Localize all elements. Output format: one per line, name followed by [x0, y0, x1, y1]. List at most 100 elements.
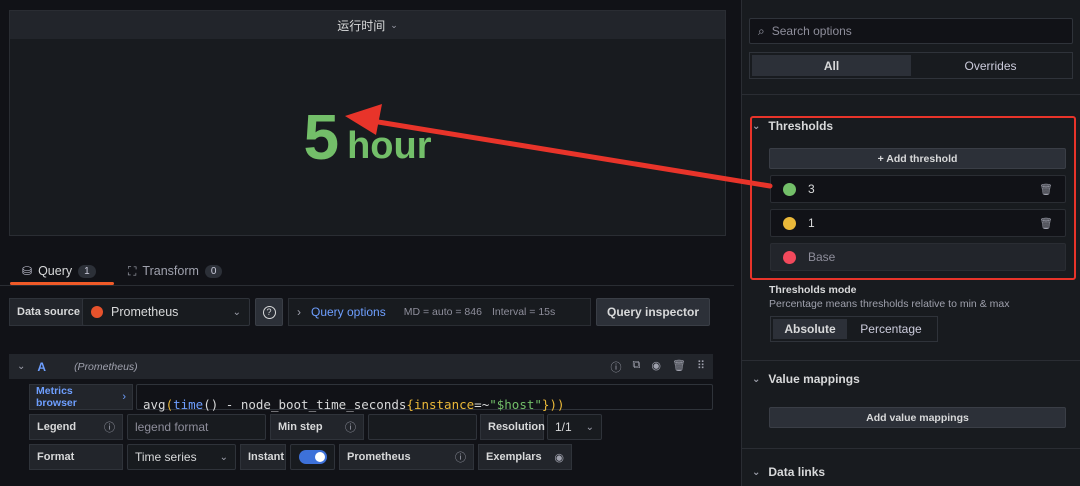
panel-header[interactable]: 运行时间 ⌄ — [10, 11, 725, 39]
format-label: Format — [29, 444, 123, 470]
tab-overrides[interactable]: Overrides — [911, 55, 1070, 76]
datasource-value: Prometheus — [111, 305, 179, 319]
expr-string: "$host" — [489, 397, 542, 412]
trash-icon[interactable]: 🗑 — [672, 359, 686, 375]
search-icon: ⌕ — [758, 23, 765, 38]
legend-placeholder: legend format — [135, 420, 209, 434]
database-icon: ⛁ — [22, 264, 33, 278]
format-value: Time series — [135, 450, 197, 464]
query-options-link[interactable]: Query options — [311, 305, 386, 319]
instant-label: Instant — [240, 444, 286, 470]
tab-all[interactable]: All — [752, 55, 911, 76]
drag-handle-icon[interactable]: ⠿ — [697, 359, 705, 375]
trash-icon[interactable]: 🗑 — [1039, 217, 1053, 230]
thresholds-title: Thresholds — [768, 119, 834, 133]
stat-number: 5 — [303, 101, 340, 173]
chevron-down-icon: ⌄ — [752, 373, 761, 385]
chevron-down-icon[interactable]: ⌄ — [390, 20, 398, 31]
legend-format-input[interactable]: legend format — [127, 414, 266, 440]
md-info: MD = auto = 846 — [403, 306, 482, 318]
info-icon: ⓘ — [345, 422, 356, 434]
resolution-value: 1/1 — [555, 420, 572, 434]
query-inspector-button[interactable]: Query inspector — [596, 298, 710, 326]
mode-absolute[interactable]: Absolute — [773, 319, 847, 339]
chevron-down-icon: ⌄ — [585, 421, 594, 433]
threshold-row[interactable]: 1 🗑 — [770, 209, 1066, 237]
tab-query-count: 1 — [78, 264, 96, 278]
query-ref[interactable]: A — [37, 360, 46, 374]
expr-time: time — [173, 397, 204, 412]
trash-icon[interactable]: 🗑 — [1039, 183, 1053, 196]
tabs-divider — [0, 285, 734, 286]
add-value-mappings-button[interactable]: Add value mappings — [769, 407, 1066, 428]
metrics-browser-button[interactable]: Metrics browser › — [29, 384, 133, 410]
prometheus-label-cell: Prometheus ⓘ — [339, 444, 474, 470]
threshold-value[interactable]: 3 — [808, 182, 815, 196]
chevron-down-icon: ⌄ — [752, 466, 761, 478]
help-icon[interactable]: ⓘ — [611, 359, 622, 375]
value-mappings-header[interactable]: ⌄ Value mappings — [752, 372, 860, 386]
expr-paren-close: )) — [549, 397, 565, 412]
legend-label: Legend — [37, 421, 77, 433]
metrics-browser-label: Metrics browser — [36, 385, 77, 409]
exemplars-cell[interactable]: Exemplars ◉ — [478, 444, 572, 470]
interval-info: Interval = 15s — [491, 306, 556, 318]
panel-preview: 运行时间 ⌄ 5 hour — [9, 10, 726, 236]
thresholds-mode-title: Thresholds mode — [769, 284, 857, 296]
data-links-title: Data links — [768, 465, 826, 479]
divider — [741, 94, 1080, 95]
data-links-header[interactable]: ⌄ Data links — [752, 465, 825, 479]
eye-icon[interactable]: ◉ — [554, 451, 564, 464]
options-tabs: All Overrides — [749, 52, 1073, 79]
resolution-select[interactable]: 1/1 ⌄ — [547, 414, 602, 440]
threshold-color-swatch[interactable] — [783, 216, 796, 230]
expr-label-key: instance — [413, 397, 475, 412]
format-select[interactable]: Time series ⌄ — [127, 444, 236, 470]
instant-toggle[interactable] — [290, 444, 335, 470]
toggle-track — [298, 450, 327, 464]
panel-title[interactable]: 运行时间 — [337, 17, 385, 34]
threshold-row-base: Base — [770, 243, 1066, 271]
mode-percentage[interactable]: Percentage — [847, 319, 935, 339]
expr-brace-open: { — [406, 397, 414, 412]
datasource-select[interactable]: Prometheus ⌄ — [82, 298, 250, 326]
chevron-down-icon: ⌄ — [752, 120, 761, 132]
tab-query-label: Query — [38, 264, 73, 278]
query-datasource-hint: (Prometheus) — [74, 360, 138, 373]
threshold-row[interactable]: 3 🗑 — [770, 175, 1066, 203]
add-threshold-button[interactable]: + Add threshold — [769, 148, 1066, 169]
value-mappings-title: Value mappings — [768, 372, 860, 386]
legend-label-cell: Legend ⓘ — [29, 414, 123, 440]
resolution-label: Resolution — [480, 414, 545, 440]
duplicate-icon[interactable]: ⧉ — [633, 359, 641, 375]
exemplars-label: Exemplars — [486, 451, 542, 463]
expr-fn: avg — [143, 397, 166, 412]
datasource-label: Data source — [9, 298, 88, 326]
chevron-right-icon: › — [297, 305, 301, 319]
thresholds-mode-radio: Absolute Percentage — [770, 316, 938, 342]
threshold-color-swatch[interactable] — [783, 182, 796, 196]
query-expression-input[interactable]: avg(time() - node_boot_time_seconds{inst… — [136, 384, 713, 412]
minstep-input[interactable] — [368, 414, 477, 440]
expr-rest: () - node_boot_time_seconds — [203, 397, 407, 412]
tab-query[interactable]: ⛁ Query 1 — [22, 258, 96, 284]
info-icon: ⓘ — [104, 422, 115, 434]
tab-transform-count: 0 — [204, 264, 223, 278]
thresholds-header[interactable]: ⌄ Thresholds — [752, 119, 833, 133]
search-options-input[interactable]: ⌕ Search options — [749, 18, 1073, 44]
eye-icon[interactable]: ◉ — [651, 359, 661, 375]
expr-paren: ( — [165, 397, 174, 412]
expr-operator: =~ — [474, 397, 490, 412]
collapse-icon[interactable]: ⌄ — [17, 361, 25, 372]
tab-transform-label: Transform — [142, 264, 199, 278]
query-options-bar[interactable]: › Query options MD = auto = 846 Interval… — [288, 298, 591, 326]
tab-transform[interactable]: ⛶ Transform 0 — [128, 258, 223, 284]
query-header[interactable]: ⌄ A (Prometheus) ⓘ ⧉ ◉ 🗑 ⠿ — [9, 354, 713, 379]
toggle-knob — [314, 452, 325, 462]
help-button[interactable]: ? — [255, 298, 283, 326]
thresholds-mode-desc: Percentage means thresholds relative to … — [769, 298, 1010, 310]
threshold-color-swatch[interactable] — [783, 250, 796, 264]
threshold-value[interactable]: 1 — [808, 216, 815, 230]
question-circle-icon: ? — [262, 305, 276, 319]
transform-icon: ⛶ — [128, 263, 137, 278]
